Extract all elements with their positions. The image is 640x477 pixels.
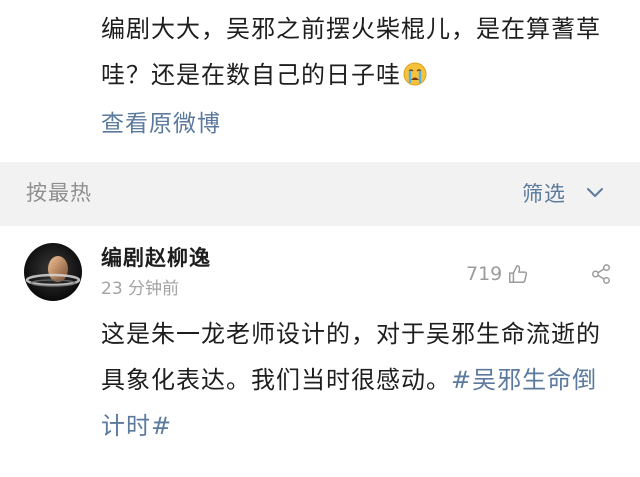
thumbs-up-icon (509, 265, 528, 283)
avatar-image (24, 243, 82, 301)
post-text: 编剧大大，吴邪之前摆火柴棍儿，是在算蓍草哇？还是在数自己的日子哇 (101, 6, 621, 98)
like-count: 719 (466, 263, 503, 285)
comment-username[interactable]: 编剧赵柳逸 (101, 244, 211, 272)
comment-text: 这是朱一龙老师设计的，对于吴邪生命流逝的具象化表达。我们当时很感动。#吴邪生命倒… (101, 311, 621, 449)
filter-label: 筛选 (522, 182, 566, 206)
comment-timestamp: 23 分钟前 (101, 279, 180, 299)
comment-sort-bar: 按最热 筛选 (0, 162, 640, 226)
sort-by-hot-label[interactable]: 按最热 (26, 175, 92, 211)
chevron-down-icon (587, 188, 603, 197)
share-icon[interactable] (590, 263, 612, 285)
avatar[interactable] (24, 243, 82, 301)
comment-item: 编剧赵柳逸 23 分钟前 719 这是朱一龙老师设计的，对于吴邪生命流逝的具象化… (0, 226, 640, 477)
view-original-weibo-link[interactable]: 查看原微博 (101, 104, 221, 144)
crying-face-emoji (403, 62, 427, 86)
like-button[interactable]: 719 (466, 259, 529, 289)
filter-button[interactable]: 筛选 (522, 175, 604, 211)
post-body: 编剧大大，吴邪之前摆火柴棍儿，是在算蓍草哇？还是在数自己的日子哇 (101, 15, 601, 89)
original-post-excerpt: 编剧大大，吴邪之前摆火柴棍儿，是在算蓍草哇？还是在数自己的日子哇 查看原微博 (0, 0, 640, 162)
